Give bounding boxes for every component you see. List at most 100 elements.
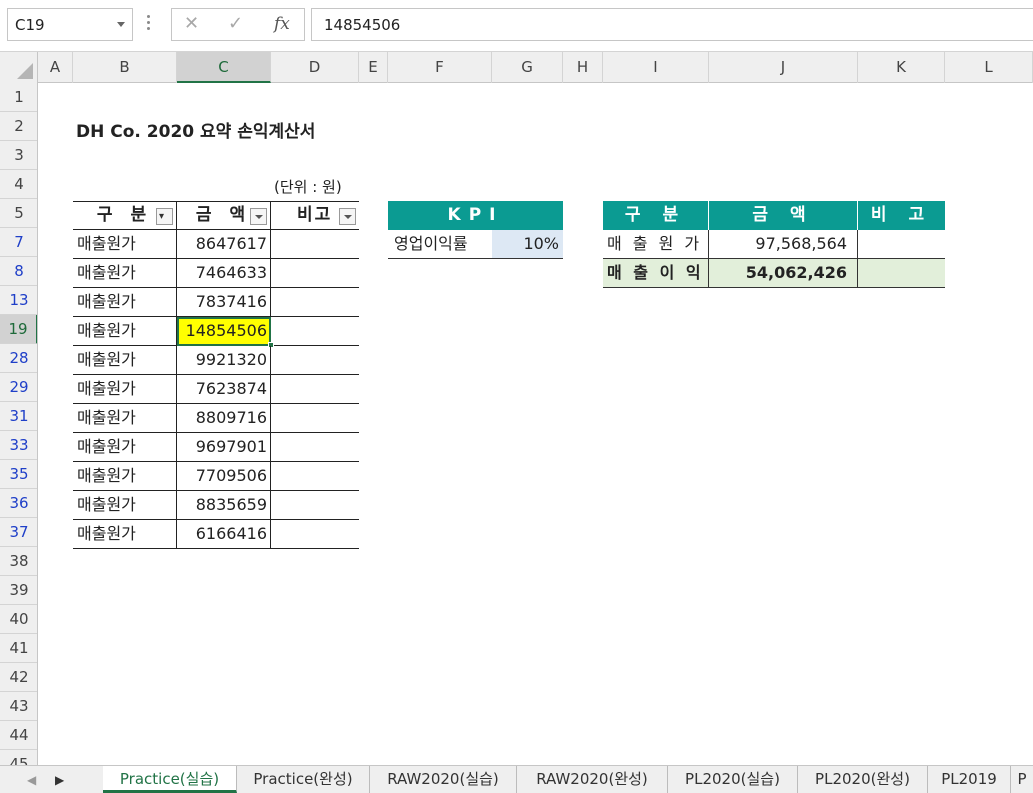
column-header-b[interactable]: B xyxy=(73,52,177,83)
column-header-f[interactable]: F xyxy=(388,52,492,83)
table-header-category[interactable]: 구 분 ▾ xyxy=(73,201,177,230)
note-cell[interactable] xyxy=(271,346,359,375)
kpi-header[interactable]: KPI xyxy=(388,201,563,230)
amount-cell[interactable]: 8809716 xyxy=(177,404,271,433)
category-cell[interactable]: 매출원가 xyxy=(73,230,177,259)
column-header-a[interactable]: A xyxy=(38,52,73,83)
insert-function-icon[interactable]: fx xyxy=(274,14,290,34)
column-header-h[interactable]: H xyxy=(563,52,603,83)
table-header-note[interactable]: 비고 xyxy=(271,201,359,230)
category-cell[interactable]: 매출원가 xyxy=(73,462,177,491)
row-header[interactable]: 37 xyxy=(0,518,37,547)
sheet-tab-pl2020-complete[interactable]: PL2020(완성) xyxy=(798,766,928,793)
sheet-tab-practice-complete[interactable]: Practice(완성) xyxy=(237,766,370,793)
category-cell[interactable]: 매출원가 xyxy=(73,491,177,520)
cancel-icon[interactable]: ✕ xyxy=(184,13,199,34)
chevron-down-icon[interactable] xyxy=(117,22,125,27)
amount-cell[interactable]: 9697901 xyxy=(177,433,271,462)
amount-cell[interactable]: 7837416 xyxy=(177,288,271,317)
sheet-tab-pl2019[interactable]: PL2019 xyxy=(928,766,1011,793)
sheet-tab-practice-exercise[interactable]: Practice(실습) xyxy=(103,766,237,793)
filter-dropdown-icon[interactable] xyxy=(250,208,267,225)
summary-header-amount[interactable]: 금 액 xyxy=(709,201,858,230)
note-cell[interactable] xyxy=(271,288,359,317)
sheet-title[interactable]: DH Co. 2020 요약 손익계산서 xyxy=(76,117,315,142)
sheet-tab-pl2020-exercise[interactable]: PL2020(실습) xyxy=(668,766,798,793)
note-cell[interactable] xyxy=(271,520,359,549)
row-header[interactable]: 29 xyxy=(0,373,37,402)
filter-dropdown-icon[interactable] xyxy=(339,208,356,225)
row-header[interactable]: 35 xyxy=(0,460,37,489)
category-cell[interactable]: 매출원가 xyxy=(73,375,177,404)
scroll-tabs-right-icon[interactable]: ▶ xyxy=(55,773,64,787)
row-header[interactable]: 44 xyxy=(0,721,37,750)
category-cell[interactable]: 매출원가 xyxy=(73,520,177,549)
amount-cell[interactable]: 8835659 xyxy=(177,491,271,520)
sheet-tab-raw2020-complete[interactable]: RAW2020(완성) xyxy=(517,766,668,793)
column-header-j[interactable]: J xyxy=(709,52,858,83)
summary-amount-cell[interactable]: 97,568,564 xyxy=(709,230,858,259)
note-cell[interactable] xyxy=(271,230,359,259)
sheet-tab-more[interactable]: P xyxy=(1011,766,1033,793)
kpi-value[interactable]: 10% xyxy=(492,230,563,259)
note-cell[interactable] xyxy=(271,317,359,346)
summary-header-note[interactable]: 비 고 xyxy=(858,201,945,230)
note-cell[interactable] xyxy=(271,433,359,462)
formula-input[interactable]: 14854506 xyxy=(311,8,1033,41)
category-cell[interactable]: 매출원가 xyxy=(73,288,177,317)
note-cell[interactable] xyxy=(271,375,359,404)
amount-cell[interactable]: 7464633 xyxy=(177,259,271,288)
summary-total-note-cell[interactable] xyxy=(858,259,945,288)
note-cell[interactable] xyxy=(271,491,359,520)
amount-cell[interactable]: 8647617 xyxy=(177,230,271,259)
row-header[interactable]: 38 xyxy=(0,547,37,576)
scroll-tabs-left-icon[interactable]: ◀ xyxy=(27,773,36,787)
active-cell[interactable]: 14854506 xyxy=(177,317,271,346)
worksheet-grid[interactable]: DH Co. 2020 요약 손익계산서 (단위 : 원) 구 분 ▾ 금 액 … xyxy=(38,83,1033,765)
row-header[interactable]: 7 xyxy=(0,228,37,257)
category-cell[interactable]: 매출원가 xyxy=(73,259,177,288)
unit-label[interactable]: (단위 : 원) xyxy=(274,176,342,197)
row-header[interactable]: 43 xyxy=(0,692,37,721)
summary-total-category-cell[interactable]: 매 출 이 익 xyxy=(603,259,709,288)
filter-applied-icon[interactable]: ▾ xyxy=(156,208,173,225)
column-header-k[interactable]: K xyxy=(858,52,945,83)
row-header[interactable]: 42 xyxy=(0,663,37,692)
enter-icon[interactable]: ✓ xyxy=(228,13,243,34)
column-header-d[interactable]: D xyxy=(271,52,359,83)
row-header[interactable]: 28 xyxy=(0,344,37,373)
summary-note-cell[interactable] xyxy=(858,230,945,259)
column-header-e[interactable]: E xyxy=(359,52,388,83)
row-header[interactable]: 3 xyxy=(0,141,37,170)
sheet-tab-raw2020-exercise[interactable]: RAW2020(실습) xyxy=(370,766,517,793)
row-header[interactable]: 5 xyxy=(0,199,37,228)
select-all-button[interactable] xyxy=(0,52,38,83)
category-cell[interactable]: 매출원가 xyxy=(73,433,177,462)
note-cell[interactable] xyxy=(271,259,359,288)
row-header[interactable]: 36 xyxy=(0,489,37,518)
drag-handle-icon[interactable] xyxy=(147,15,151,35)
category-cell[interactable]: 매출원가 xyxy=(73,317,177,346)
row-header[interactable]: 4 xyxy=(0,170,37,199)
column-header-c[interactable]: C xyxy=(177,52,271,83)
summary-total-amount-cell[interactable]: 54,062,426 xyxy=(709,259,858,288)
row-header[interactable]: 31 xyxy=(0,402,37,431)
row-header[interactable]: 40 xyxy=(0,605,37,634)
row-header[interactable]: 45 xyxy=(0,750,37,765)
row-header[interactable]: 41 xyxy=(0,634,37,663)
column-header-i[interactable]: I xyxy=(603,52,709,83)
row-header[interactable]: 8 xyxy=(0,257,37,286)
name-box[interactable]: C19 xyxy=(7,8,133,41)
summary-header-category[interactable]: 구 분 xyxy=(603,201,709,230)
row-header[interactable]: 2 xyxy=(0,112,37,141)
row-header[interactable]: 19 xyxy=(0,315,37,344)
amount-cell[interactable]: 9921320 xyxy=(177,346,271,375)
amount-cell[interactable]: 6166416 xyxy=(177,520,271,549)
row-header[interactable]: 39 xyxy=(0,576,37,605)
amount-cell[interactable]: 7623874 xyxy=(177,375,271,404)
row-header[interactable]: 1 xyxy=(0,83,37,112)
amount-cell[interactable]: 7709506 xyxy=(177,462,271,491)
category-cell[interactable]: 매출원가 xyxy=(73,404,177,433)
row-header[interactable]: 13 xyxy=(0,286,37,315)
category-cell[interactable]: 매출원가 xyxy=(73,346,177,375)
